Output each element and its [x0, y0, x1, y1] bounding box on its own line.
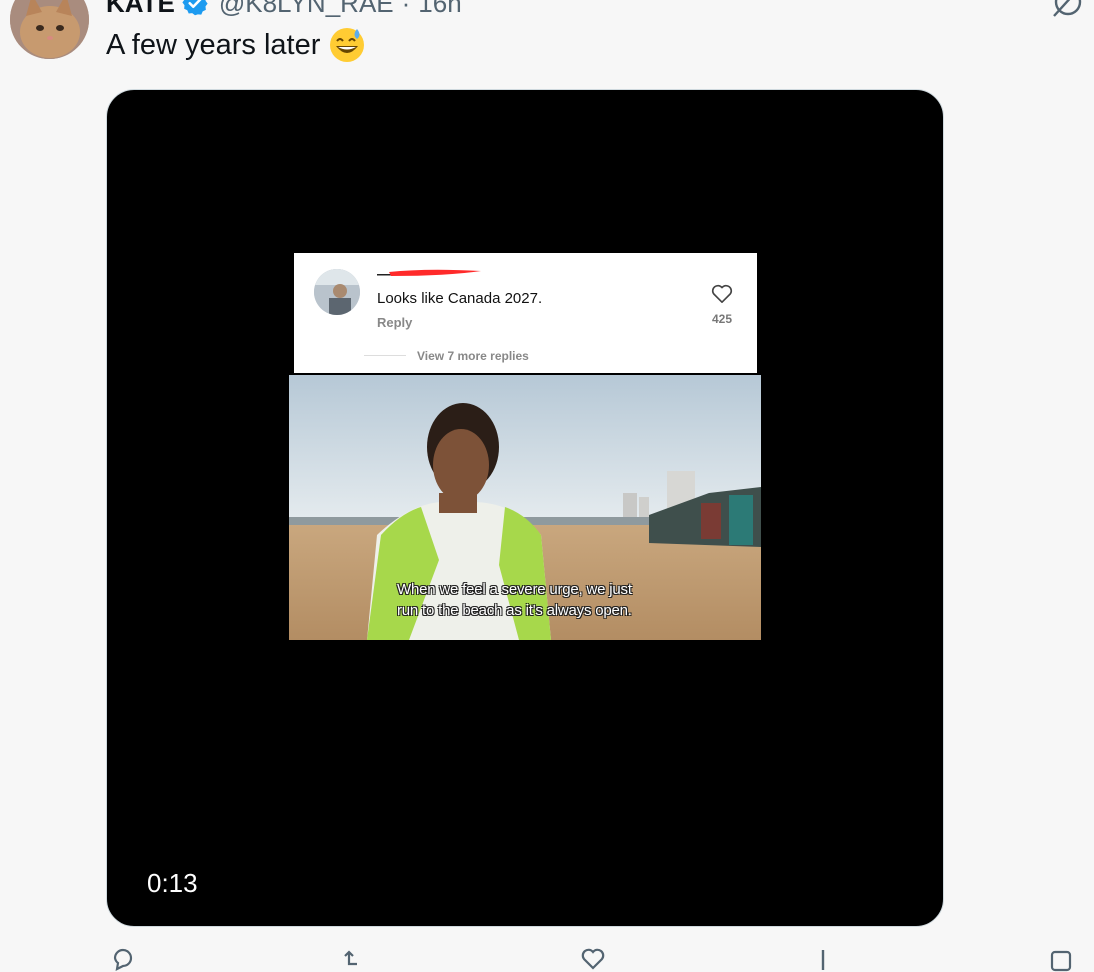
- tweet-timestamp[interactable]: 16h: [418, 0, 461, 19]
- author-avatar[interactable]: [10, 0, 89, 59]
- heart-icon: [711, 284, 733, 303]
- grok-icon[interactable]: [1050, 0, 1084, 20]
- subtitle-line-2: run to the beach as it's always open.: [397, 602, 632, 619]
- divider: [364, 355, 406, 356]
- author-name[interactable]: KATE: [106, 0, 175, 19]
- comment-like-count: 425: [711, 312, 733, 326]
- redacted-username: [377, 269, 481, 276]
- bookmark-icon[interactable]: [1048, 946, 1074, 972]
- tweet-action-bar: [0, 946, 1094, 972]
- tweet-text: A few years later: [106, 26, 366, 64]
- author-handle[interactable]: @K8LYN_RAE: [219, 0, 394, 19]
- sweat-smile-emoji: [328, 26, 366, 64]
- video-frame-beach: When we feel a severe urge, we just run …: [289, 375, 761, 640]
- video-duration: 0:13: [147, 868, 198, 898]
- like-icon[interactable]: [580, 946, 606, 972]
- tweet-text-body: A few years later: [106, 28, 321, 61]
- comment-screenshot: Looks like Canada 2027. Reply 425 View 7…: [294, 253, 757, 373]
- repost-icon[interactable]: [340, 946, 366, 972]
- more-replies-label: View 7 more replies: [417, 349, 529, 363]
- separator-dot: ·: [401, 0, 411, 18]
- reply-icon[interactable]: [110, 946, 136, 972]
- comment-text: Looks like Canada 2027.: [377, 290, 543, 307]
- subtitle-line-1: When we feel a severe urge, we just: [397, 581, 632, 598]
- video-player[interactable]: Looks like Canada 2027. Reply 425 View 7…: [106, 89, 944, 927]
- views-icon[interactable]: [810, 946, 836, 972]
- author-row: KATE @K8LYN_RAE · 16h: [106, 0, 462, 18]
- verified-badge-icon: [181, 0, 209, 17]
- video-subtitle: When we feel a severe urge, we just run …: [397, 579, 659, 621]
- comment-reply-label: Reply: [377, 315, 413, 330]
- commenter-avatar: [314, 269, 360, 315]
